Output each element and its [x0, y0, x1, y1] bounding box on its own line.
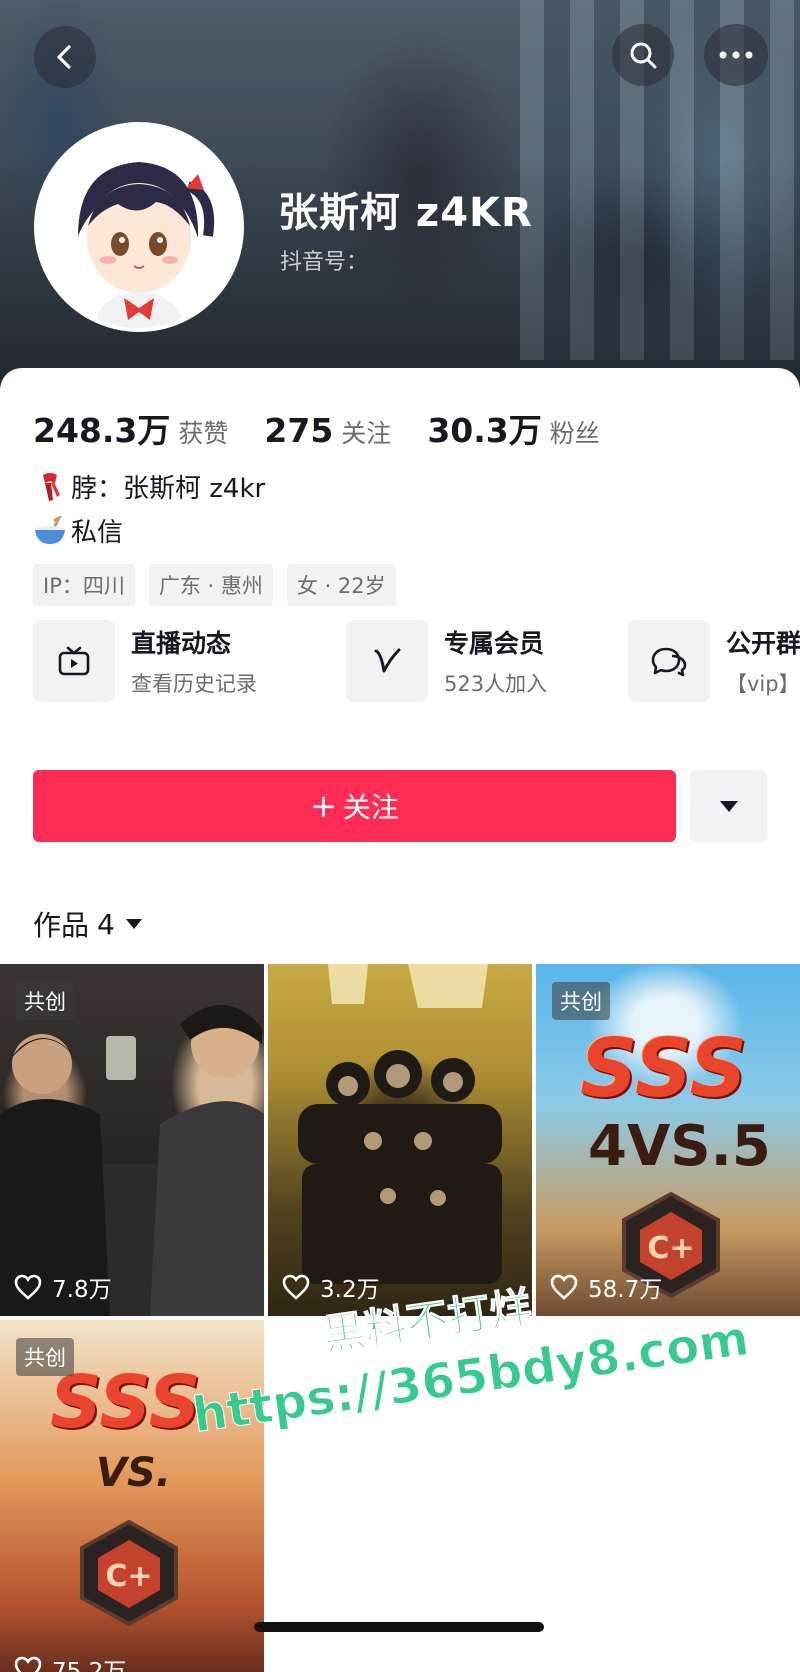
- stat-label: 粉丝: [549, 419, 600, 448]
- stat-following[interactable]: 275 关注: [264, 411, 391, 450]
- scarf-icon: [33, 470, 67, 504]
- search-button[interactable]: [612, 24, 674, 86]
- feature-title: 专属会员: [444, 629, 545, 658]
- stats-row: 248.3万 获赞 275 关注 30.3万 粉丝: [33, 404, 636, 452]
- tv-icon: [33, 620, 115, 702]
- tag-location: 广东 · 惠州: [148, 564, 273, 606]
- anime-girl-avatar-art: [38, 126, 240, 328]
- feature-title: 直播动态: [131, 629, 232, 658]
- collab-badge: 共创: [552, 982, 610, 1020]
- back-button[interactable]: [34, 26, 96, 88]
- douyin-id-label: 抖音号: [280, 250, 347, 275]
- plus-icon: +: [310, 787, 337, 825]
- svg-text:C+: C+: [105, 1559, 152, 1594]
- bio-line: 脖：张斯柯 z4kr: [33, 468, 265, 505]
- chevron-left-icon: [57, 45, 71, 69]
- versus-text: 4VS.5: [588, 1114, 771, 1179]
- v-icon: [346, 620, 428, 702]
- home-indicator[interactable]: [254, 1622, 544, 1632]
- bio-text: 脖：张斯柯 z4kr: [71, 474, 266, 504]
- feature-public-group[interactable]: 公开群 【vip】: [628, 620, 800, 702]
- profile-nickname: 张斯柯 z4KR: [278, 190, 533, 236]
- search-icon: [630, 42, 657, 69]
- more-button[interactable]: [704, 24, 768, 86]
- stat-value: 30.3万: [427, 411, 542, 450]
- video-tile[interactable]: 共创 7.8万: [0, 964, 264, 1316]
- hex-emblem-icon: C+: [80, 1519, 178, 1627]
- follow-button[interactable]: + 关注: [33, 770, 676, 842]
- like-count: 7.8万: [14, 1270, 112, 1304]
- follow-label: 关注: [342, 791, 399, 824]
- works-count: 4: [97, 907, 115, 941]
- bio-line: 私信: [33, 512, 123, 549]
- feature-row: 直播动态 查看历史记录 专属会员 523人加入 公开群 【vip】: [33, 620, 800, 710]
- stat-followers[interactable]: 30.3万 粉丝: [427, 404, 599, 452]
- stat-value: 248.3万: [33, 411, 171, 450]
- feature-live-history[interactable]: 直播动态 查看历史记录: [33, 620, 257, 702]
- bio-text: 私信: [71, 518, 124, 548]
- stat-likes[interactable]: 248.3万 获赞: [33, 404, 228, 452]
- feature-title: 公开群: [726, 629, 800, 658]
- stat-label: 获赞: [178, 419, 229, 448]
- heart-icon: [282, 1274, 310, 1300]
- video-tile[interactable]: 3.2万: [268, 964, 532, 1316]
- feature-membership[interactable]: 专属会员 523人加入: [346, 620, 547, 702]
- versus-text: VS.: [96, 1450, 171, 1496]
- profile-card: 248.3万 获赞 275 关注 30.3万 粉丝 脖：张斯柯 z4kr 私信 …: [0, 368, 800, 1672]
- stat-value: 275: [264, 411, 334, 450]
- tag-ip: IP：四川: [33, 564, 135, 606]
- caret-down-icon: [125, 919, 142, 929]
- feature-subtitle: 查看历史记录: [131, 672, 257, 696]
- profile-tags: IP：四川 广东 · 惠州 女 · 22岁: [33, 564, 410, 606]
- stat-label: 关注: [341, 419, 392, 448]
- heart-icon: [14, 1274, 42, 1300]
- collab-badge: 共创: [16, 982, 74, 1020]
- works-tab[interactable]: 作品 4: [33, 904, 143, 944]
- caret-down-icon: [719, 801, 738, 812]
- douyin-id: 抖音号：: [280, 250, 369, 275]
- sss-logo-text: SSS: [580, 1022, 748, 1115]
- like-count-text: 75.2万: [52, 1659, 127, 1672]
- more-dots-icon: [719, 51, 753, 59]
- like-count-text: 7.8万: [52, 1277, 112, 1303]
- heart-icon: [14, 1656, 42, 1672]
- like-count: 75.2万: [14, 1652, 126, 1672]
- chat-icon: [628, 620, 710, 702]
- feature-subtitle: 523人加入: [444, 672, 548, 696]
- tag-gender-age: 女 · 22岁: [286, 564, 396, 606]
- recommend-dropdown-button[interactable]: [690, 770, 767, 842]
- bowl-icon: [33, 514, 67, 548]
- video-thumbnail-team-poster: [298, 964, 502, 1284]
- works-label: 作品: [33, 909, 90, 942]
- feature-subtitle: 【vip】: [726, 672, 800, 696]
- collab-badge: 共创: [16, 1338, 74, 1376]
- avatar[interactable]: [34, 122, 244, 332]
